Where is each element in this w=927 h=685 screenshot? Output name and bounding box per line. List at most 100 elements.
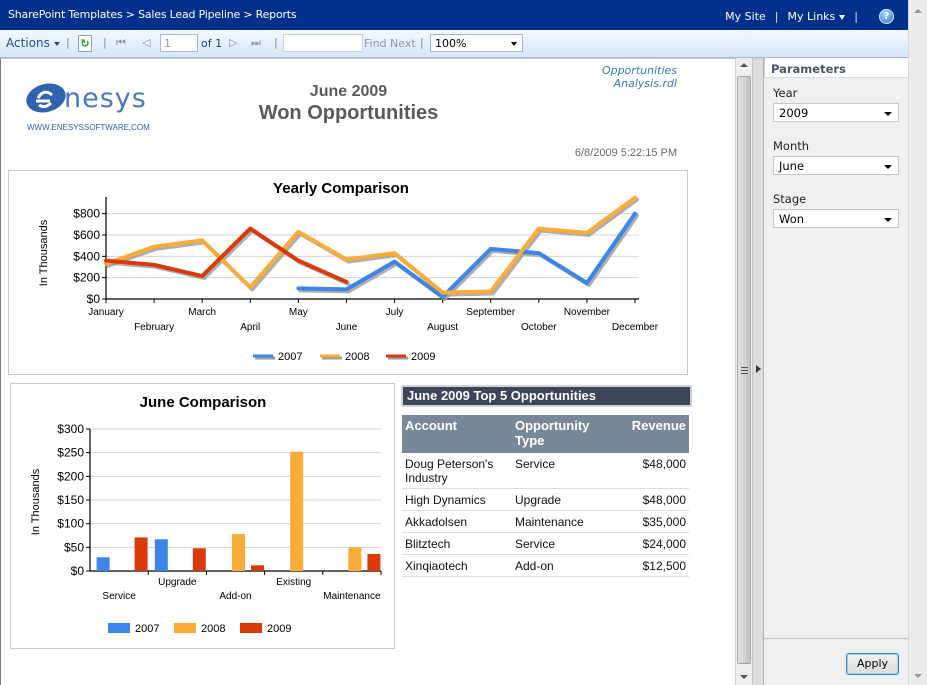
- x-tick-label: March: [188, 307, 216, 318]
- y-tick-label: $250: [57, 446, 84, 460]
- cell-type: Upgrade: [512, 488, 612, 511]
- top5-title: June 2009 Top 5 Opportunities: [401, 385, 692, 407]
- bar-2009-upgrade: [192, 548, 206, 571]
- breadcrumb[interactable]: SharePoint Templates > Sales Lead Pipeli…: [8, 8, 297, 21]
- cell-account: Doug Peterson's Industry: [402, 453, 512, 489]
- chevron-down-icon: [511, 42, 517, 46]
- legend-swatch-2009: [240, 623, 262, 633]
- table-row: Blitztech Service $24,000: [402, 532, 689, 555]
- legend-label: 2007: [135, 623, 159, 635]
- table-row: Akkadolsen Maintenance $35,000: [402, 510, 689, 533]
- zoom-value: 100%: [435, 37, 467, 50]
- stage-label: Stage: [773, 192, 807, 206]
- actions-menu[interactable]: Actions: [6, 36, 60, 50]
- y-tick-label: $600: [73, 228, 100, 242]
- scroll-down-icon[interactable]: [740, 675, 748, 679]
- chart-title: June Comparison: [140, 394, 267, 411]
- table-row: High Dynamics Upgrade $48,000: [402, 488, 689, 511]
- separator: |: [66, 36, 70, 49]
- cell-revenue: $24,000: [612, 532, 689, 555]
- yearly-comparison-chart: Yearly Comparison In Thousands $0 $200 $400 $…: [8, 170, 688, 375]
- separator: |: [420, 36, 424, 49]
- y-tick-label: $200: [57, 469, 84, 483]
- top-links: My Site | My Links | ?: [725, 9, 894, 24]
- apply-button[interactable]: Apply: [846, 653, 899, 675]
- report-file-name: Opportunities Analysis.rdl: [602, 64, 677, 90]
- x-tick-label: Add-on: [219, 591, 251, 602]
- scroll-up-icon[interactable]: [914, 9, 922, 13]
- chevron-down-icon: [884, 112, 892, 116]
- previous-page-icon[interactable]: ◁: [142, 36, 150, 49]
- bar-2009-add-on: [251, 565, 264, 571]
- bar-2007-service: [96, 557, 110, 571]
- month-label: Month: [773, 139, 810, 153]
- y-tick-label: $0: [71, 564, 85, 578]
- last-page-icon[interactable]: ⏭: [251, 36, 261, 50]
- find-input[interactable]: [283, 34, 363, 52]
- page-number-input[interactable]: [160, 34, 198, 52]
- june-chart-svg: June Comparison In Thousands $0 $50 $100 $150…: [30, 394, 382, 635]
- my-links-label: My Links: [787, 10, 836, 23]
- collapse-arrow-icon[interactable]: [756, 365, 761, 373]
- legend-label: 2008: [345, 351, 369, 363]
- separator: |: [774, 10, 779, 23]
- report-viewer-window: SharePoint Templates > Sales Lead Pipeli…: [0, 0, 927, 685]
- zoom-select[interactable]: 100%: [430, 34, 523, 52]
- x-tick-label: December: [612, 322, 659, 333]
- x-tick-label: January: [88, 307, 124, 318]
- first-page-icon[interactable]: ⏮: [116, 36, 126, 50]
- column-header-revenue: Revenue: [612, 415, 689, 453]
- report-title: Won Opportunities: [258, 102, 439, 124]
- cell-revenue: $35,000: [612, 510, 689, 533]
- next-page-icon[interactable]: ▷: [229, 36, 237, 49]
- parameters-panel: Parameters Year 2009 Month June Stage Wo…: [764, 58, 908, 685]
- actions-label: Actions: [6, 36, 50, 50]
- month-select[interactable]: June: [773, 156, 899, 175]
- stage-select[interactable]: Won: [773, 209, 899, 228]
- cell-account: High Dynamics: [402, 488, 512, 511]
- report-scrollbar[interactable]: [735, 58, 752, 685]
- window-scrollbar[interactable]: [908, 0, 927, 685]
- param-month: Month June: [773, 139, 899, 175]
- month-value: June: [779, 159, 805, 173]
- table-row: Xinqiaotech Add-on $12,500: [402, 554, 689, 577]
- top-nav-bar: SharePoint Templates > Sales Lead Pipeli…: [0, 0, 908, 30]
- top5-table: Account Opportunity Type Revenue Doug Pe…: [402, 415, 689, 577]
- scroll-up-icon[interactable]: [740, 63, 748, 67]
- parameters-splitter[interactable]: [752, 58, 764, 685]
- logo-swoosh: [26, 83, 66, 113]
- y-tick-label: $0: [87, 292, 101, 306]
- report-timestamp: 6/8/2009 5:22:15 PM: [574, 147, 677, 159]
- grip-icon: [741, 367, 748, 374]
- year-select[interactable]: 2009: [773, 103, 899, 122]
- my-site-link[interactable]: My Site: [725, 10, 766, 23]
- cell-revenue: $12,500: [612, 554, 689, 577]
- param-year: Year 2009: [773, 86, 899, 122]
- separator: |: [103, 36, 107, 49]
- chevron-down-icon: [884, 218, 892, 222]
- chevron-down-icon: [839, 14, 846, 20]
- separator: |: [274, 36, 278, 49]
- parameters-header: Parameters: [764, 58, 908, 78]
- cell-account: Xinqiaotech: [402, 554, 512, 577]
- column-header-opportunity-type: Opportunity Type: [512, 415, 612, 453]
- bar-2008-maintenance: [348, 547, 362, 571]
- find-next-button[interactable]: Find Next: [364, 37, 416, 50]
- table-row: Doug Peterson's Industry Service $48,000: [402, 453, 689, 489]
- scroll-down-icon[interactable]: [914, 674, 922, 678]
- x-tick-label: August: [427, 322, 458, 333]
- refresh-icon[interactable]: ↻: [78, 35, 92, 52]
- y-tick-label: $300: [57, 422, 84, 436]
- cell-type: Service: [512, 453, 612, 489]
- x-tick-label: Upgrade: [158, 577, 197, 588]
- x-tick-label: Service: [102, 591, 136, 602]
- report-month: June 2009: [309, 83, 388, 100]
- report-toolbar: Actions | ↻ | ⏮ ◁ of 1 ▷ ⏭ | Find Next |…: [0, 30, 908, 58]
- cell-account: Akkadolsen: [402, 510, 512, 533]
- year-value: 2009: [779, 106, 809, 120]
- x-tick-label: Maintenance: [323, 591, 381, 602]
- scrollbar-thumb[interactable]: [737, 76, 751, 664]
- my-links-menu[interactable]: My Links: [788, 10, 846, 23]
- help-icon[interactable]: ?: [879, 9, 894, 24]
- cell-revenue: $48,000: [612, 453, 689, 489]
